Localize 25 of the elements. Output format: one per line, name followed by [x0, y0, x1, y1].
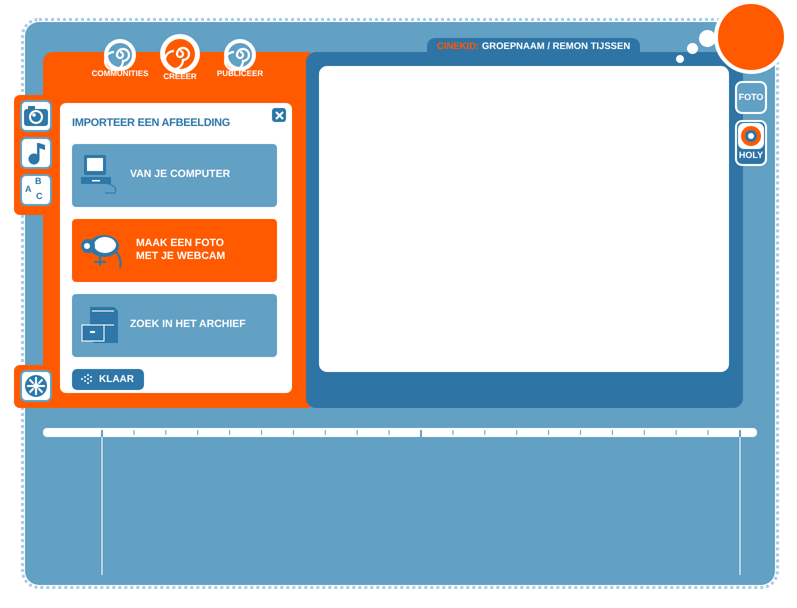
photo-button[interactable]: FOTO [735, 81, 767, 114]
close-button[interactable] [272, 108, 286, 122]
import-option[interactable]: ZOEK IN HET ARCHIEF [72, 294, 277, 356]
nav-tab[interactable]: PUBLICEER [215, 39, 265, 83]
spiral-icon [224, 39, 256, 71]
film-reel-icon [23, 373, 49, 399]
import-option[interactable]: VAN JE COMPUTER [72, 144, 277, 206]
done-button[interactable]: KLAAR [72, 368, 144, 390]
letter: A [25, 185, 32, 194]
dots-icon [80, 373, 94, 385]
tool-tab[interactable] [20, 137, 52, 169]
logo-button[interactable]: HOLY [735, 120, 767, 166]
dialog-title: IMPORTEER EEN AFBEELDING [72, 116, 232, 131]
timeline-ruler[interactable] [43, 428, 757, 578]
spiral-logo-icon [738, 123, 764, 150]
import-option[interactable]: MAAK EEN FOTO MET JE WEBCAM [72, 218, 277, 282]
letter: B [35, 177, 42, 186]
nav-tab[interactable]: CREËER [155, 34, 205, 83]
tool-tab[interactable]: B A C [20, 174, 52, 206]
letter: C [36, 192, 42, 201]
film-reel-button[interactable] [20, 370, 52, 402]
music-note-icon [27, 141, 45, 165]
spiral-icon [104, 39, 136, 71]
tool-tab[interactable] [20, 100, 52, 132]
camera-icon [23, 105, 49, 127]
